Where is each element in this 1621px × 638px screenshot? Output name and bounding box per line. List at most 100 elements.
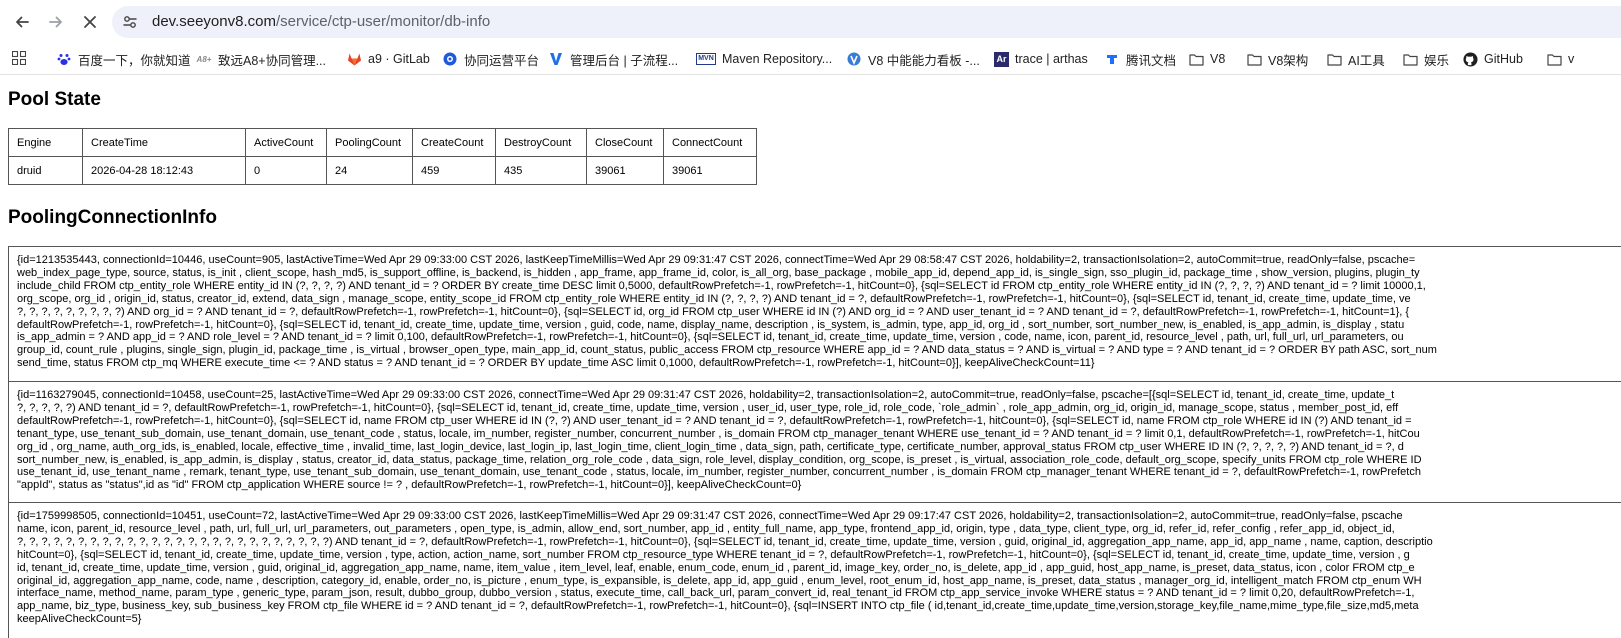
folder-icon [1402,51,1418,67]
address-bar[interactable]: dev.seeyonv8.com/service/ctp-user/monito… [112,6,1621,38]
bookmark-seeyon-a8[interactable]: A8+ 致远A8+协同管理... [196,49,326,69]
bookmark-arthas[interactable]: Ar trace | arthas [994,49,1088,69]
github-icon [1462,51,1478,67]
cell-create-count: 459 [412,156,496,185]
cell-destroy-count: 435 [495,156,587,185]
connection-row: {id=1759998505, connectionId=10451, useC… [8,502,1621,638]
site-settings-icon[interactable] [122,14,138,30]
bookmark-label: 致远A8+协同管理... [218,53,327,68]
folder-icon [1326,51,1342,67]
back-button[interactable] [8,8,36,36]
connection-info-line: tenant_type, use_tenant_sub_domain, use_… [17,427,1420,440]
connection-info-line: "appId", status as "status",id as "id" F… [17,479,802,492]
forward-button[interactable] [42,8,70,36]
cell-create-time: 2026-04-28 18:12:43 [82,156,246,185]
connection-info-line: original_id, aggregation_app_name, code,… [17,574,1422,587]
connection-info-line: defaultRowPrefetch=-1, rowPrefetch=-1, h… [17,414,1415,427]
cell-connect-count: 39061 [663,156,757,185]
bookmark-label: AI工具 [1348,53,1385,68]
folder-icon [1246,51,1262,67]
browser-toolbar: dev.seeyonv8.com/service/ctp-user/monito… [0,0,1621,44]
bookmark-label: Maven Repository... [722,52,833,66]
pooling-connection-title: PoolingConnectionInfo [8,207,217,228]
tencent-docs-icon [1104,51,1120,67]
header-create-time: CreateTime [82,128,246,157]
baidu-paw-icon [56,51,72,67]
url-path: /service/ctp-user/monitor/db-info [275,13,491,30]
connection-info-line: org_id , org_name, auth_org_ids, is_enab… [17,440,1404,453]
bookmark-label: 百度一下，你就知道 [78,53,191,68]
bookmark-label: v [1568,52,1575,66]
connection-info-line: hitCount=0}, {sql=SELECT id, tenant_id, … [17,548,1410,561]
pool-state-header-row: Engine CreateTime ActiveCount PoolingCou… [8,128,757,157]
bookmark-folder-ai-tools[interactable]: AI工具 [1326,49,1385,69]
header-create-count: CreateCount [412,128,496,157]
bookmark-maven[interactable]: MVN Maven Repository... [696,49,832,69]
close-icon [84,16,96,28]
header-active-count: ActiveCount [245,128,327,157]
bookmark-v8-board[interactable]: V8 中能能力看板 -... [846,49,980,69]
bookmark-label: 管理后台 | 子流程... [570,53,679,68]
apps-grid-icon[interactable] [12,51,26,65]
pooling-connection-table: {id=1213535443, connectionId=10446, useC… [8,246,1621,638]
bookmark-label: V8架构 [1268,53,1309,68]
connection-info-line: ?, ?, ?, ?, ?, ?, ?, ?, ?) AND org_id = … [17,305,1410,318]
v-logo-icon [548,51,564,67]
connection-info-line: keepAliveCheckCount=5} [17,613,142,626]
connection-info-line: id, tenant_id, create_time, update_time,… [17,561,1415,574]
pool-state-title: Pool State [8,89,101,110]
folder-icon [1546,51,1562,67]
arrow-right-icon [49,16,62,28]
bookmark-admin-backend[interactable]: 管理后台 | 子流程... [548,49,678,69]
cell-close-count: 39061 [586,156,664,185]
pool-state-table: Engine CreateTime ActiveCount PoolingCou… [8,128,757,185]
stop-loading-button[interactable] [76,8,104,36]
cell-engine: druid [8,156,83,185]
bookmark-gitlab[interactable]: a9 · GitLab [346,49,430,69]
arrow-left-icon [16,16,29,28]
bookmark-github[interactable]: GitHub [1462,49,1523,69]
connection-info-line: {id=1213535443, connectionId=10446, useC… [17,254,1416,266]
connection-info-line: name, icon, parent_id, resource_level , … [17,522,1395,535]
connection-info-line: sort_number_new, is_enabled, is_app_admi… [17,453,1422,466]
connection-info-line: web_index_page_type, source, status, is_… [17,266,1420,279]
bookmark-tencent-docs[interactable]: 腾讯文档 [1104,49,1176,69]
bookmark-cooperation-platform[interactable]: 协同运营平台 [442,49,539,69]
bookmark-label: 协同运营平台 [464,53,540,68]
connection-info-line: include_child FROM ctp_entity_role WHERE… [17,279,1426,292]
connection-row: {id=1213535443, connectionId=10446, useC… [8,246,1621,381]
connection-info-line: {id=1759998505, connectionId=10451, useC… [17,510,1403,522]
header-engine: Engine [8,128,83,157]
connection-info-line: {id=1163279045, connectionId=10458, useC… [17,389,1395,401]
bookmark-folder-v8-arch[interactable]: V8架构 [1246,49,1308,69]
v8-leaf-icon [846,51,862,67]
connection-info-line: interface_name, method_name, param_type … [17,587,1415,600]
gitlab-fox-icon [346,51,362,67]
url-text[interactable]: dev.seeyonv8.com/service/ctp-user/monito… [152,13,490,31]
bookmark-label: GitHub [1484,52,1523,66]
connection-info-line: send_time, status FROM ctp_mq WHERE exec… [17,357,1095,370]
bookmark-label: 娱乐 [1424,53,1450,68]
bookmarks-bar: 百度一下，你就知道 A8+ 致远A8+协同管理... a9 · GitLab 协… [0,44,1621,75]
cell-active-count: 0 [245,156,327,185]
bookmark-baidu[interactable]: 百度一下，你就知道 [56,49,191,69]
folder-icon [1188,51,1204,67]
connection-info-line: is_app_admin = ? AND app_id = ? AND role… [17,331,1404,344]
seeyon-a8-icon: A8+ [196,54,212,64]
connection-info-line: ?, ?, ?, ?, ?, ?, ?, ?, ?, ?, ?, ?, ?, ?… [17,535,1433,548]
bookmark-folder-v8[interactable]: V8 [1188,49,1225,69]
bookmark-label: trace | arthas [1015,52,1088,66]
bookmark-folder-entertainment[interactable]: 娱乐 [1402,49,1449,69]
bookmark-label: 腾讯文档 [1126,53,1177,68]
url-host: dev.seeyonv8.com [152,13,276,30]
connection-info-line: org_scope, org_id , origin_id, status, c… [17,292,1411,305]
header-close-count: CloseCount [586,128,664,157]
bookmark-folder-v[interactable]: v [1546,49,1574,69]
connection-info-line: use_tenant_id, use_tenant_name , remark,… [17,466,1421,479]
bookmark-label: V8 [1210,52,1226,66]
connection-row: {id=1163279045, connectionId=10458, useC… [8,381,1621,502]
connection-info-line: app_name, biz_type, business_key, sub_bu… [17,600,1419,613]
connection-info-line: defaultRowPrefetch=-1, rowPrefetch=-1, h… [17,318,1405,331]
page-content: Pool State Engine CreateTime ActiveCount… [0,75,1621,638]
connection-info-line: group_id, count_rule , plugins, single_s… [17,344,1437,357]
